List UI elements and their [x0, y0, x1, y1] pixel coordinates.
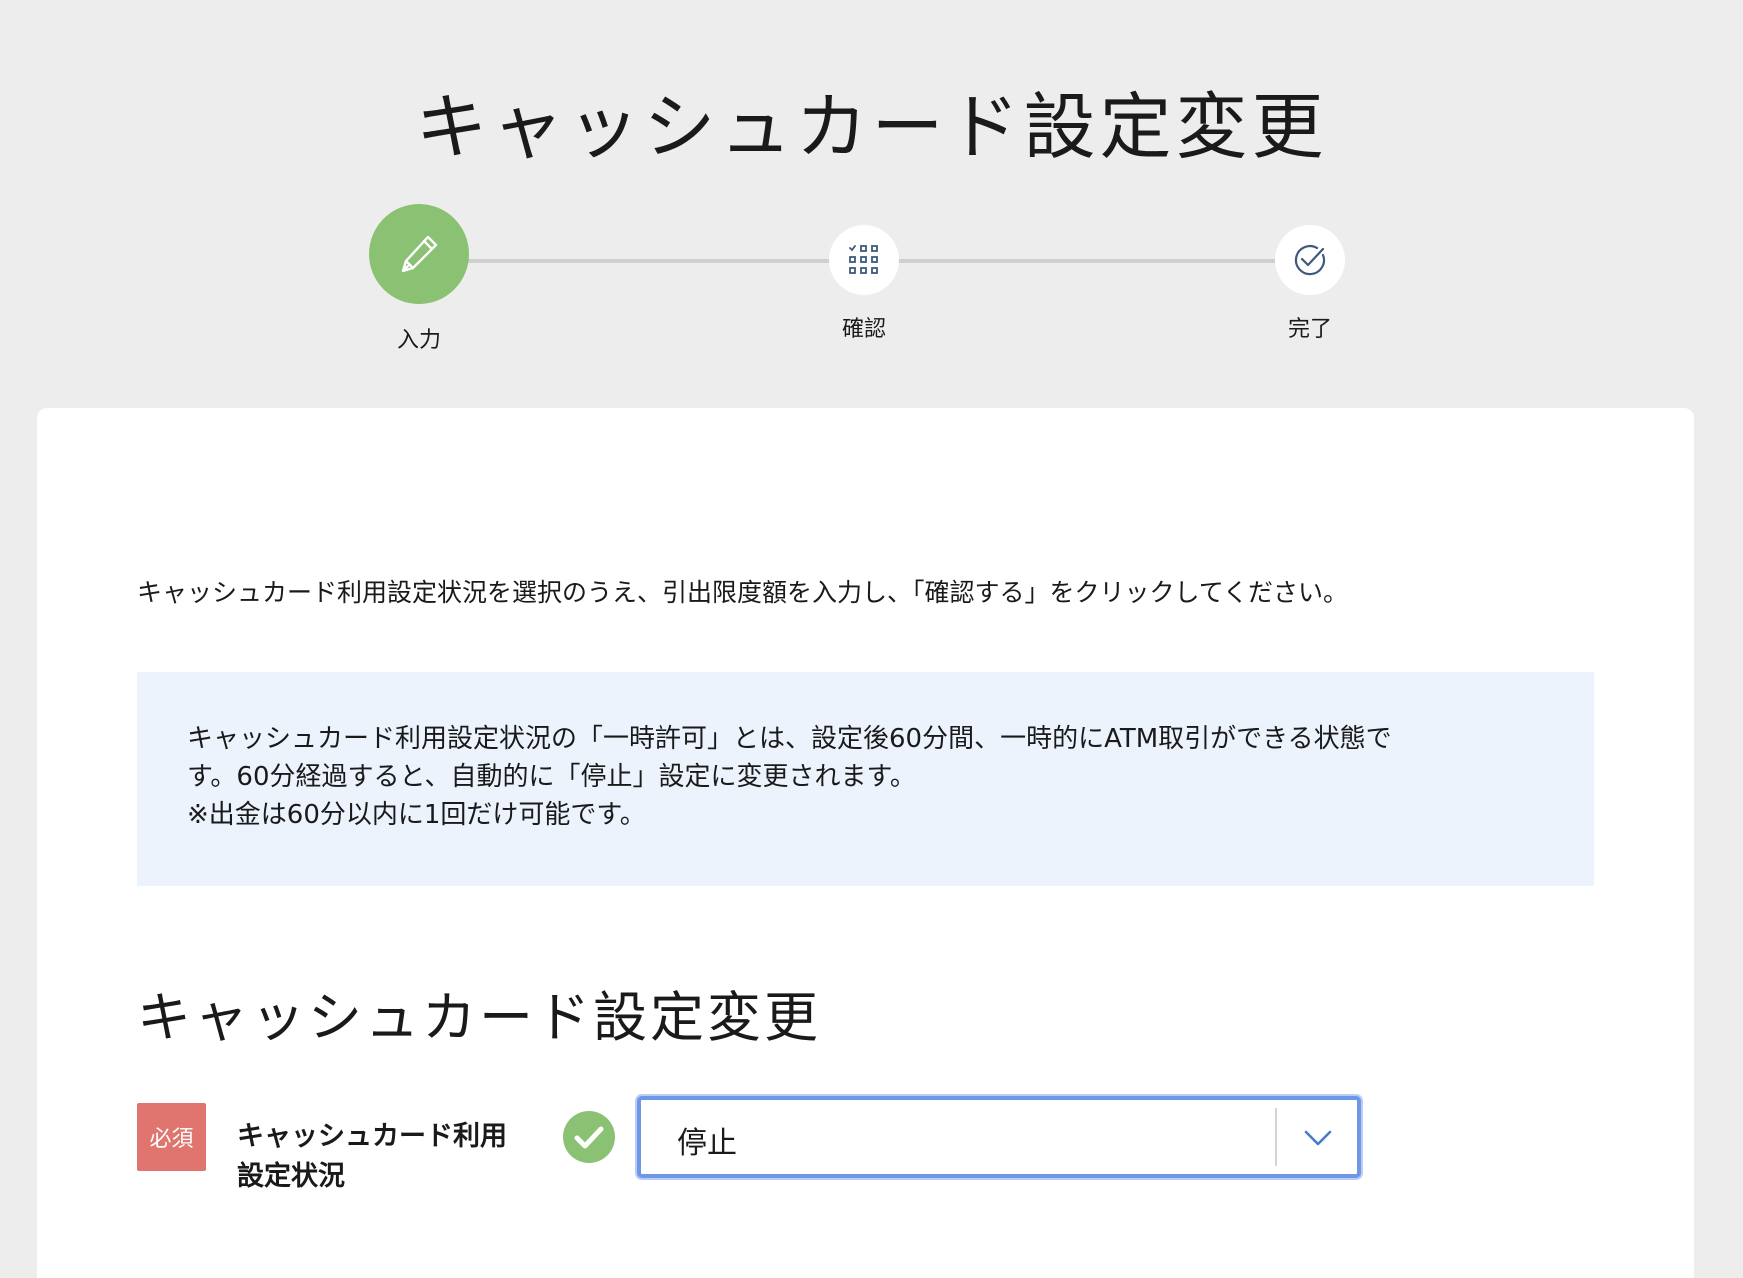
info-notice: キャッシュカード利用設定状況の「一時許可」とは、設定後60分間、一時的にATM取… — [137, 672, 1594, 886]
field-label-line: キャッシュカード利用 — [237, 1121, 507, 1152]
field-label-line: 設定状況 — [237, 1161, 345, 1192]
info-line: ※出金は60分以内に1回だけ可能です。 — [187, 800, 646, 830]
required-badge: 必須 — [137, 1103, 206, 1171]
select-divider — [1275, 1108, 1277, 1166]
field-label: キャッシュカード利用 設定状況 — [237, 1117, 537, 1197]
form-card: キャッシュカード利用設定状況を選択のうえ、引出限度額を入力し、「確認する」をクリ… — [37, 408, 1694, 1278]
chevron-down-icon — [1304, 1130, 1332, 1146]
card-usage-status-row: 必須 キャッシュカード利用 設定状況 停止 — [137, 1096, 1437, 1213]
page: キャッシュカード設定変更 入力 確認 完了 キャッシュカード利用設定状況を選択の… — [0, 0, 1743, 1278]
info-line: キャッシュカード利用設定状況の「一時許可」とは、設定後60分間、一時的にATM取… — [187, 724, 1392, 754]
step-label: 完了 — [1287, 317, 1332, 342]
page-title: キャッシュカード設定変更 — [415, 85, 1328, 169]
checklist-grid-icon — [829, 225, 899, 295]
step-confirm: 確認 — [829, 225, 899, 342]
check-valid-icon — [563, 1111, 615, 1163]
instruction-text: キャッシュカード利用設定状況を選択のうえ、引出限度額を入力し、「確認する」をクリ… — [137, 578, 1349, 607]
pencil-icon — [369, 204, 469, 304]
stepper-connector — [898, 259, 1276, 263]
step-label: 確認 — [841, 317, 886, 342]
step-complete: 完了 — [1275, 225, 1345, 342]
stepper-connector — [468, 259, 830, 263]
step-label: 入力 — [396, 328, 441, 353]
progress-stepper: 入力 確認 完了 — [0, 200, 1743, 360]
info-line: す。60分経過すると、自動的に「停止」設定に変更されます。 — [187, 762, 916, 792]
check-circle-icon — [1275, 225, 1345, 295]
section-title: キャッシュカード設定変更 — [137, 986, 821, 1049]
usage-status-select[interactable]: 停止 — [637, 1096, 1361, 1178]
step-input: 入力 — [369, 204, 469, 353]
select-value: 停止 — [677, 1126, 737, 1161]
